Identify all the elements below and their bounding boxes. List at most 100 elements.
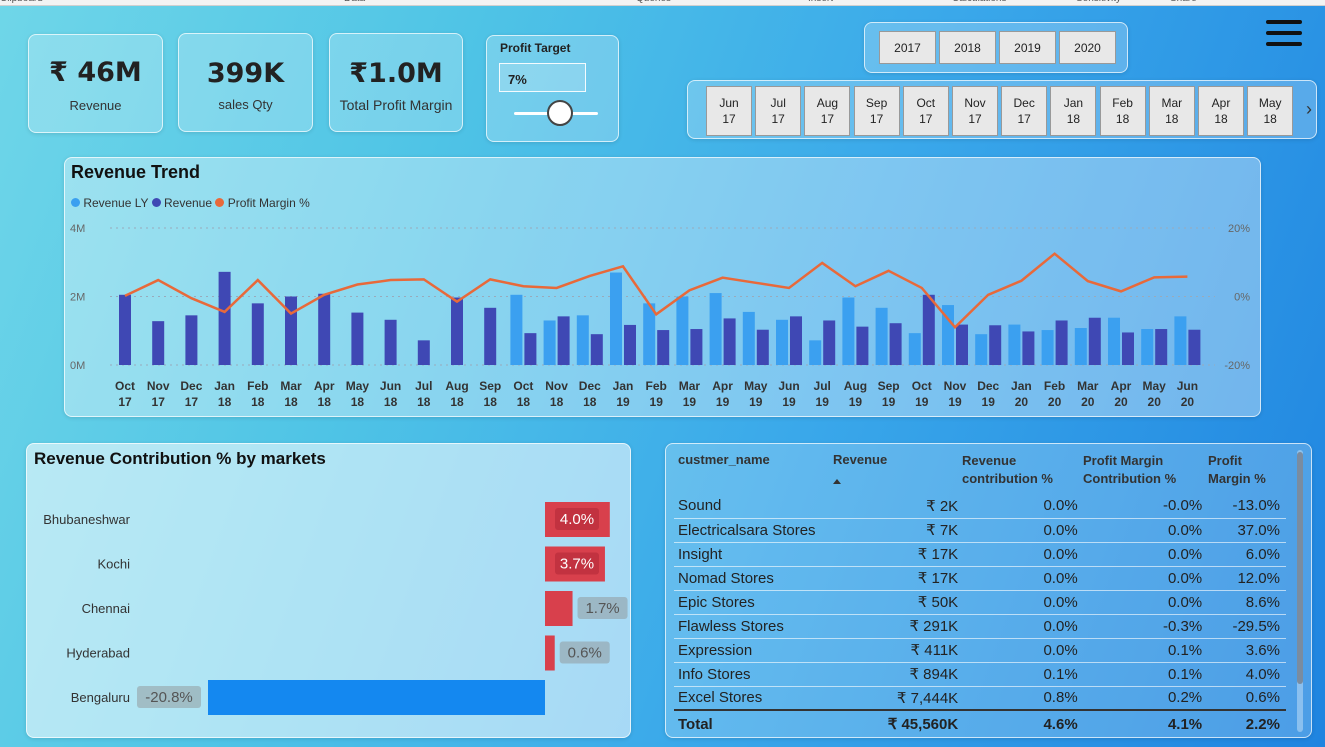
table-row[interactable]: Insight ₹ 17K 0.0% 0.0% 6.0% <box>674 542 1286 567</box>
header-revenue-contribution[interactable]: Revenue contribution % <box>962 452 1072 488</box>
bar-revenue <box>723 318 736 365</box>
table-total-row[interactable]: Total ₹ 45,560K 4.6% 4.1% 2.2% <box>674 709 1286 737</box>
month-button-sep-17[interactable]: Sep 17 <box>853 86 900 136</box>
x-tick-year: 20 <box>1114 395 1128 409</box>
bar-revenue-ly <box>1074 328 1087 365</box>
bar-revenue <box>756 329 769 365</box>
x-tick-month: Sep <box>878 379 900 393</box>
year-button-2018[interactable]: 2018 <box>939 31 996 64</box>
x-tick-month: Feb <box>1044 379 1065 393</box>
kpi-profit-margin-label: Total Profit Margin <box>339 97 453 113</box>
bar-revenue <box>1188 329 1201 365</box>
x-tick-year: 19 <box>716 395 730 409</box>
bar-revenue-ly <box>709 293 722 365</box>
x-tick-month: Mar <box>280 379 302 393</box>
table-cell: ₹ 7,444K <box>848 686 959 711</box>
bar-revenue-ly <box>1041 330 1054 365</box>
header-customer-name[interactable]: custmer_name <box>678 452 770 467</box>
x-tick-month: Jan <box>613 379 634 393</box>
table-cell: Nomad Stores <box>674 566 849 591</box>
profit-target-input[interactable]: 7% <box>499 63 586 92</box>
table-cell: -13.0% <box>1202 494 1286 519</box>
table-cell: ₹ 2K <box>848 494 959 519</box>
x-tick-month: Jan <box>1011 379 1032 393</box>
bar-revenue <box>790 316 802 365</box>
table-scrollbar-thumb[interactable] <box>1297 452 1303 684</box>
bar-revenue <box>351 312 364 365</box>
month-button-dec-17[interactable]: Dec 17 <box>1001 86 1048 136</box>
y-tick-right: -20% <box>1224 360 1250 372</box>
x-tick-year: 19 <box>849 395 863 409</box>
x-tick-year: 20 <box>1148 395 1162 409</box>
month-button-may-18[interactable]: May 18 <box>1247 86 1294 136</box>
market-bar <box>208 680 545 715</box>
table-row[interactable]: Electricalsara Stores ₹ 7K 0.0% 0.0% 37.0% <box>674 518 1286 543</box>
table-scrollbar[interactable] <box>1297 450 1303 732</box>
x-tick-month: Dec <box>579 379 601 393</box>
year-button-2017[interactable]: 2017 <box>879 31 936 64</box>
x-tick-year: 18 <box>218 395 232 409</box>
menu-icon[interactable] <box>1266 20 1302 53</box>
profit-target-card: Profit Target 7% <box>486 35 619 142</box>
profit-target-slider-handle[interactable] <box>547 100 574 126</box>
x-tick-month: Jun <box>1177 379 1198 393</box>
data-label: -20.8% <box>145 689 193 706</box>
x-tick-year: 18 <box>384 395 398 409</box>
market-label: Bhubaneshwar <box>43 512 130 527</box>
month-button-feb-18[interactable]: Feb 18 <box>1099 86 1146 136</box>
table-cell: Epic Stores <box>674 590 849 615</box>
month-button-jul-17[interactable]: Jul 17 <box>755 86 802 136</box>
bar-revenue <box>152 321 165 365</box>
month-slicer-next-arrow[interactable]: › <box>1306 99 1312 120</box>
table-cell: 8.6% <box>1202 590 1286 615</box>
year-button-2019[interactable]: 2019 <box>999 31 1056 64</box>
x-tick-year: 19 <box>616 395 630 409</box>
table-row[interactable]: Epic Stores ₹ 50K 0.0% 0.0% 8.6% <box>674 590 1286 615</box>
bar-revenue <box>318 293 331 365</box>
year-button-2020[interactable]: 2020 <box>1059 31 1116 64</box>
x-tick-month: Feb <box>646 379 667 393</box>
header-profit-margin[interactable]: Profit Margin % <box>1208 452 1278 488</box>
month-button-jan-18[interactable]: Jan 18 <box>1050 86 1097 136</box>
bar-revenue <box>1022 331 1035 365</box>
x-tick-month: Oct <box>513 379 533 393</box>
x-tick-month: Apr <box>1111 379 1132 393</box>
bar-revenue <box>417 340 430 365</box>
x-tick-year: 17 <box>118 395 132 409</box>
bar-revenue-ly <box>1174 316 1187 365</box>
x-tick-year: 18 <box>351 395 365 409</box>
table-row[interactable]: Flawless Stores ₹ 291K 0.0% -0.3% -29.5% <box>674 614 1286 639</box>
table-row[interactable]: Nomad Stores ₹ 17K 0.0% 0.0% 12.0% <box>674 566 1286 591</box>
table-cell: 0.0% <box>958 566 1078 591</box>
bar-revenue <box>451 297 463 365</box>
line-profit-margin <box>124 252 1188 330</box>
table-cell: Sound <box>674 494 849 519</box>
table-cell: Flawless Stores <box>674 614 849 639</box>
table-cell: ₹ 17K <box>848 566 959 591</box>
month-button-mar-18[interactable]: Mar 18 <box>1148 86 1195 136</box>
table-row[interactable]: Info Stores ₹ 894K 0.1% 0.1% 4.0% <box>674 662 1286 687</box>
month-button-apr-18[interactable]: Apr 18 <box>1198 86 1244 136</box>
bar-revenue <box>557 316 570 365</box>
table-row[interactable]: Excel Stores ₹ 7,444K 0.8% 0.2% 0.6% <box>674 686 1286 711</box>
month-button-nov-17[interactable]: Nov 17 <box>952 86 998 136</box>
x-tick-year: 19 <box>882 395 896 409</box>
header-profit-margin-contribution[interactable]: Profit Margin Contribution % <box>1083 452 1193 488</box>
profit-target-title: Profit Target <box>500 41 571 55</box>
month-button-jun-17[interactable]: Jun 17 <box>706 86 752 136</box>
customer-table-header: custmer_name Revenue Revenue contributio… <box>666 444 1296 498</box>
month-button-oct-17[interactable]: Oct 17 <box>902 86 949 136</box>
bar-revenue <box>590 334 603 365</box>
kpi-revenue-label: Revenue <box>69 98 122 113</box>
month-slicer: › Jun 17 Jul 17 Aug 17 Sep 17 Oct 17 Nov 17 Dec 17 Jan… <box>687 80 1317 139</box>
table-row[interactable]: Sound ₹ 2K 0.0% -0.0% -13.0% <box>674 494 1286 519</box>
bar-revenue <box>690 329 703 365</box>
bar-revenue <box>1055 320 1068 365</box>
table-row[interactable]: Expression ₹ 411K 0.0% 0.1% 3.6% <box>674 638 1286 663</box>
header-revenue[interactable]: Revenue <box>833 452 887 484</box>
profit-target-value: 7% <box>508 72 527 87</box>
x-tick-month: Sep <box>479 379 501 393</box>
x-tick-year: 20 <box>1048 395 1062 409</box>
month-button-aug-17[interactable]: Aug 17 <box>804 86 851 136</box>
x-tick-month: Jul <box>814 379 831 393</box>
